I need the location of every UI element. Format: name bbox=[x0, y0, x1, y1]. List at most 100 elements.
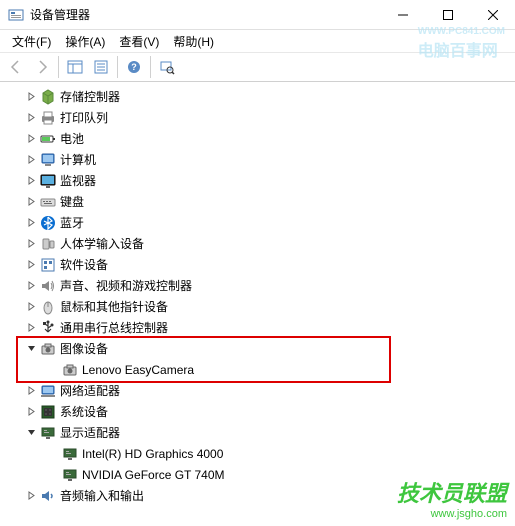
maximize-button[interactable] bbox=[425, 0, 470, 30]
tree-item-label: 系统设备 bbox=[60, 403, 108, 420]
tree-item[interactable]: 键盘 bbox=[2, 191, 513, 212]
tree-item[interactable]: Lenovo EasyCamera bbox=[2, 359, 513, 380]
toolbar-separator bbox=[117, 56, 118, 78]
hid-icon bbox=[40, 236, 56, 252]
expand-icon[interactable] bbox=[24, 300, 38, 314]
menubar: 文件(F) 操作(A) 查看(V) 帮助(H) bbox=[0, 30, 515, 52]
tree-item-label: 音频输入和输出 bbox=[60, 487, 144, 504]
tree-item-label: 声音、视频和游戏控制器 bbox=[60, 277, 192, 294]
camera-icon bbox=[40, 341, 56, 357]
expand-icon[interactable] bbox=[24, 489, 38, 503]
expand-icon[interactable] bbox=[24, 258, 38, 272]
tree-item-label: 鼠标和其他指针设备 bbox=[60, 298, 168, 315]
software-icon bbox=[40, 257, 56, 273]
display-icon bbox=[62, 446, 78, 462]
toolbar: ? bbox=[0, 52, 515, 82]
tree-item-label: 通用串行总线控制器 bbox=[60, 319, 168, 336]
tree-item-label: 计算机 bbox=[60, 151, 96, 168]
scan-button[interactable] bbox=[155, 55, 179, 79]
back-button[interactable] bbox=[4, 55, 28, 79]
expand-icon[interactable] bbox=[24, 384, 38, 398]
tree-item[interactable]: 电池 bbox=[2, 128, 513, 149]
tree-item[interactable]: 图像设备 bbox=[2, 338, 513, 359]
tree-item-label: 显示适配器 bbox=[60, 424, 120, 441]
app-icon bbox=[8, 7, 24, 23]
expand-icon[interactable] bbox=[24, 405, 38, 419]
bluetooth-icon bbox=[40, 215, 56, 231]
expand-icon[interactable] bbox=[24, 195, 38, 209]
tree-item-label: NVIDIA GeForce GT 740M bbox=[82, 468, 225, 482]
tree-item[interactable]: 网络适配器 bbox=[2, 380, 513, 401]
toolbar-separator bbox=[150, 56, 151, 78]
tree-item[interactable]: 存储控制器 bbox=[2, 86, 513, 107]
menu-help[interactable]: 帮助(H) bbox=[167, 31, 220, 52]
window-controls bbox=[380, 0, 515, 30]
storage-icon bbox=[40, 89, 56, 105]
battery-icon bbox=[40, 131, 56, 147]
camera-icon bbox=[62, 362, 78, 378]
window-title: 设备管理器 bbox=[30, 6, 380, 23]
tree-item[interactable]: 蓝牙 bbox=[2, 212, 513, 233]
mouse-icon bbox=[40, 299, 56, 315]
keyboard-icon bbox=[40, 194, 56, 210]
tree-item[interactable]: Intel(R) HD Graphics 4000 bbox=[2, 443, 513, 464]
tree-item-label: 电池 bbox=[60, 130, 84, 147]
monitor-icon bbox=[40, 173, 56, 189]
display-icon bbox=[62, 467, 78, 483]
tree-item[interactable]: 打印队列 bbox=[2, 107, 513, 128]
expand-icon[interactable] bbox=[24, 111, 38, 125]
printer-icon bbox=[40, 110, 56, 126]
menu-action[interactable]: 操作(A) bbox=[59, 31, 111, 52]
tree-item[interactable]: 系统设备 bbox=[2, 401, 513, 422]
menu-view[interactable]: 查看(V) bbox=[113, 31, 165, 52]
system-icon bbox=[40, 404, 56, 420]
tree-item[interactable]: NVIDIA GeForce GT 740M bbox=[2, 464, 513, 485]
expand-icon[interactable] bbox=[24, 174, 38, 188]
tree-item[interactable]: 人体学输入设备 bbox=[2, 233, 513, 254]
display-icon bbox=[40, 425, 56, 441]
menu-file[interactable]: 文件(F) bbox=[6, 31, 57, 52]
tree-item-label: 存储控制器 bbox=[60, 88, 120, 105]
close-button[interactable] bbox=[470, 0, 515, 30]
tree-item[interactable]: 软件设备 bbox=[2, 254, 513, 275]
tree-item[interactable]: 音频输入和输出 bbox=[2, 485, 513, 506]
titlebar: 设备管理器 bbox=[0, 0, 515, 30]
computer-icon bbox=[40, 152, 56, 168]
tree-item[interactable]: 监视器 bbox=[2, 170, 513, 191]
collapse-icon[interactable] bbox=[24, 342, 38, 356]
tree-item-label: 人体学输入设备 bbox=[60, 235, 144, 252]
toolbar-separator bbox=[58, 56, 59, 78]
collapse-icon[interactable] bbox=[24, 426, 38, 440]
expand-icon[interactable] bbox=[24, 132, 38, 146]
tree-item[interactable]: 鼠标和其他指针设备 bbox=[2, 296, 513, 317]
show-hide-tree-button[interactable] bbox=[63, 55, 87, 79]
forward-button[interactable] bbox=[30, 55, 54, 79]
help-button[interactable]: ? bbox=[122, 55, 146, 79]
tree-item-label: Lenovo EasyCamera bbox=[82, 363, 194, 377]
tree-item[interactable]: 声音、视频和游戏控制器 bbox=[2, 275, 513, 296]
audio-icon bbox=[40, 488, 56, 504]
minimize-button[interactable] bbox=[380, 0, 425, 30]
tree-item-label: 网络适配器 bbox=[60, 382, 120, 399]
tree-item[interactable]: 计算机 bbox=[2, 149, 513, 170]
usb-icon bbox=[40, 320, 56, 336]
tree-item-label: 图像设备 bbox=[60, 340, 108, 357]
tree-item-label: 打印队列 bbox=[60, 109, 108, 126]
expand-icon[interactable] bbox=[24, 321, 38, 335]
tree-item-label: 键盘 bbox=[60, 193, 84, 210]
expand-icon[interactable] bbox=[24, 237, 38, 251]
expand-icon[interactable] bbox=[24, 90, 38, 104]
expand-icon[interactable] bbox=[24, 216, 38, 230]
expand-icon[interactable] bbox=[24, 153, 38, 167]
network-icon bbox=[40, 383, 56, 399]
properties-button[interactable] bbox=[89, 55, 113, 79]
svg-text:?: ? bbox=[131, 62, 137, 72]
tree-item-label: 蓝牙 bbox=[60, 214, 84, 231]
expand-icon[interactable] bbox=[24, 279, 38, 293]
tree-item-label: Intel(R) HD Graphics 4000 bbox=[82, 447, 223, 461]
device-tree[interactable]: 存储控制器打印队列电池计算机监视器键盘蓝牙人体学输入设备软件设备声音、视频和游戏… bbox=[0, 82, 515, 526]
tree-item-label: 监视器 bbox=[60, 172, 96, 189]
tree-item[interactable]: 通用串行总线控制器 bbox=[2, 317, 513, 338]
tree-item[interactable]: 显示适配器 bbox=[2, 422, 513, 443]
tree-item-label: 软件设备 bbox=[60, 256, 108, 273]
